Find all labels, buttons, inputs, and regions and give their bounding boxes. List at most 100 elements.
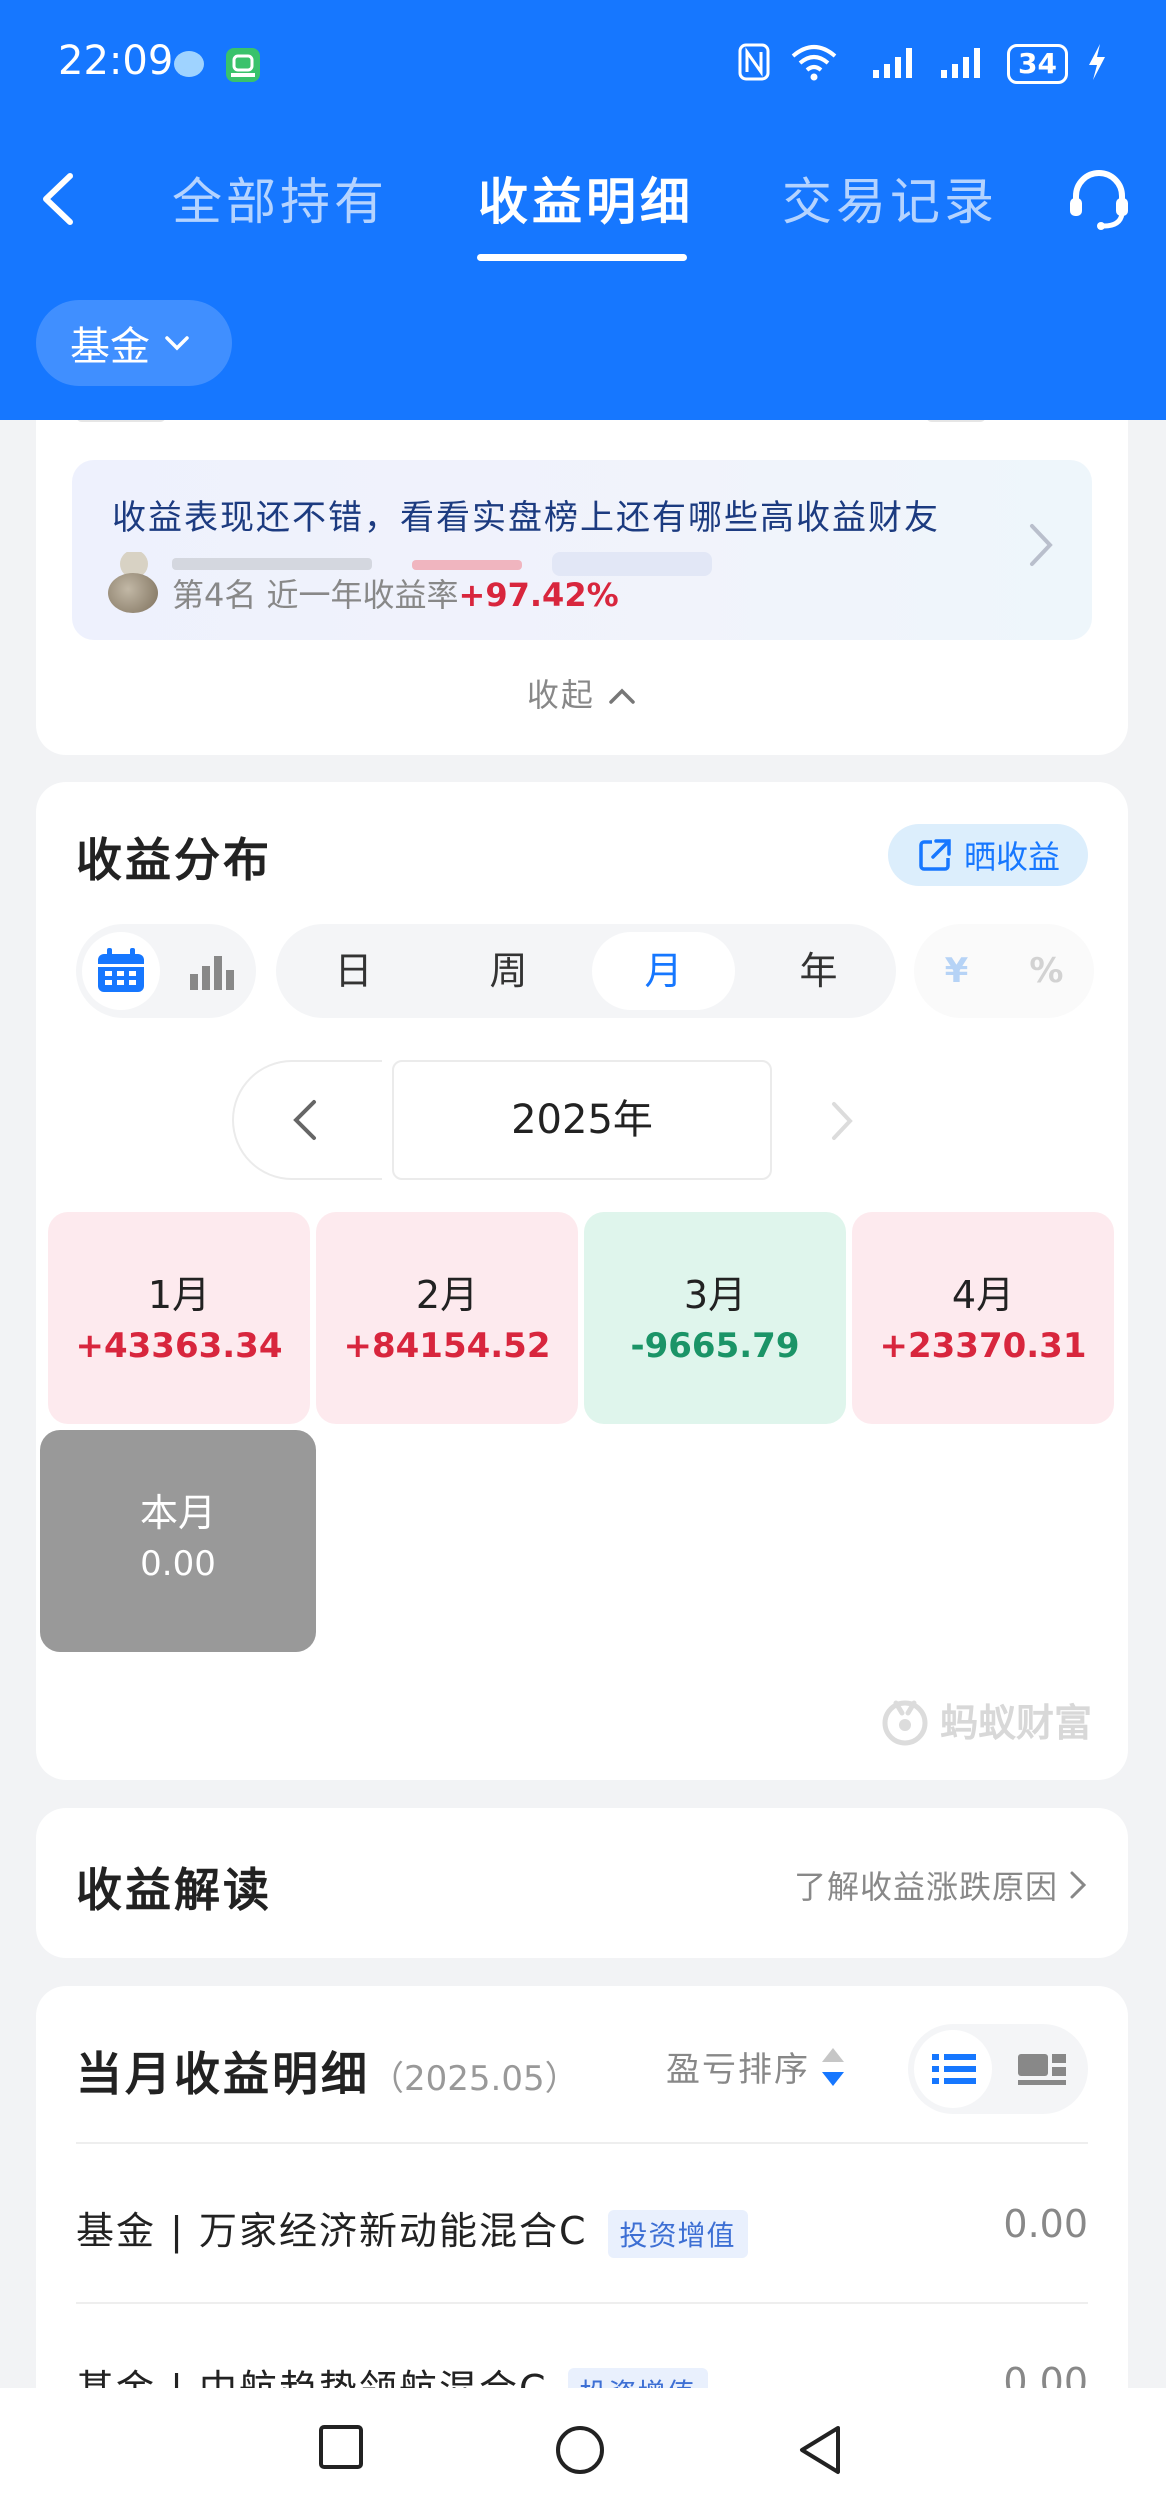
top-nav: 全部持有 收益明细 交易记录 — [0, 140, 1166, 261]
month-value: +43363.34 — [75, 1326, 283, 1366]
leaderboard-banner[interactable]: 收益表现还不错，看看实盘榜上还有哪些高收益财友 第4名 近一年收益率+97.42… — [72, 460, 1092, 640]
avatar — [108, 573, 158, 613]
chevron-up-icon — [609, 688, 635, 704]
wifi-icon — [789, 42, 839, 86]
month-name: 1月 — [147, 1273, 211, 1317]
period-year[interactable]: 年 — [747, 932, 890, 1010]
month-value: -9665.79 — [630, 1326, 800, 1366]
month-tile[interactable]: 4月 +23370.31 — [852, 1212, 1114, 1424]
message-app-icon — [172, 48, 206, 82]
month-name: 3月 — [683, 1273, 747, 1317]
rank-rate: +97.42% — [458, 576, 619, 614]
sort-label: 盈亏排序 — [666, 2050, 810, 2090]
calendar-icon[interactable] — [96, 948, 146, 994]
status-time: 22:09 — [58, 38, 174, 84]
ant-logo-icon — [882, 1700, 928, 1745]
month-value: 0.00 — [140, 1544, 216, 1584]
bar-chart-icon[interactable] — [188, 954, 234, 990]
nfc-icon — [737, 42, 771, 86]
fund-name-wrapper: 基金 | 万家经济新动能混合C 投资增值 — [76, 2200, 748, 2258]
monthly-detail-card: 当月收益明细（2025.05） 盈亏排序 基金 | 万家经济新动能混合C 投资增值… — [36, 1986, 1128, 2406]
sort-by-pnl-button[interactable]: 盈亏排序 — [666, 2042, 846, 2091]
watermark: 蚂蚁财富 — [878, 1692, 1092, 1747]
fund-name: 基金 | 万家经济新动能混合C — [76, 2209, 588, 2253]
month-name: 2月 — [415, 1273, 479, 1317]
headset-icon — [1070, 170, 1128, 230]
status-bar: 22:09 34 — [0, 0, 1166, 130]
distribution-title: 收益分布 — [76, 833, 272, 887]
signal-icon — [857, 42, 921, 86]
rank-info: 第4名 近一年收益率+97.42% — [108, 570, 619, 616]
year-label: 2025年 — [392, 1060, 772, 1180]
tab-transactions[interactable]: 交易记录 — [782, 162, 998, 234]
period-selector: 日 周 月 年 — [276, 924, 896, 1018]
status-right-icons: 34 — [737, 42, 1108, 86]
chevron-right-icon — [1030, 524, 1053, 566]
divider — [76, 2302, 1088, 2304]
month-tile[interactable]: 1月 +43363.34 — [48, 1212, 310, 1424]
previous-year-button[interactable] — [232, 1060, 382, 1180]
insight-title: 收益解读 — [76, 1863, 272, 1917]
active-tab-indicator — [477, 254, 687, 261]
share-earnings-button[interactable]: 晒收益 — [888, 824, 1088, 886]
divider — [76, 2142, 1088, 2144]
rank-text: 第4名 近一年收益率 — [172, 576, 459, 614]
tab-earnings-detail[interactable]: 收益明细 — [478, 162, 694, 234]
next-year-button[interactable] — [826, 1098, 856, 1144]
detail-title-text: 当月收益明细 — [76, 2047, 370, 2101]
filter-label: 基金 — [70, 324, 150, 370]
fund-row[interactable]: 基金 | 万家经济新动能混合C 投资增值 0.00 — [76, 2172, 1088, 2272]
month-name: 4月 — [951, 1273, 1015, 1317]
insight-link-label: 了解收益涨跌原因 — [793, 1868, 1058, 1906]
month-value: +84154.52 — [343, 1326, 551, 1366]
period-week[interactable]: 周 — [437, 932, 580, 1010]
view-toggle — [76, 924, 256, 1018]
unit-selector: ¥ % — [914, 924, 1094, 1018]
back-arrow-icon — [43, 173, 73, 225]
card-layout-icon[interactable] — [1018, 2052, 1066, 2086]
unit-percent[interactable]: % — [1029, 951, 1063, 991]
battery-indicator: 34 — [1007, 44, 1068, 84]
chevron-right-icon — [1070, 1871, 1087, 1899]
insight-link[interactable]: 了解收益涨跌原因 — [794, 1862, 1088, 1908]
unit-amount[interactable]: ¥ — [945, 951, 969, 991]
system-navigation-bar — [0, 2388, 1166, 2517]
detail-title: 当月收益明细（2025.05） — [76, 2038, 579, 2104]
chevron-down-icon — [165, 336, 189, 351]
detail-period: （2025.05） — [370, 2059, 579, 2099]
list-icon[interactable] — [932, 2052, 976, 2086]
period-day[interactable]: 日 — [282, 932, 425, 1010]
app-header: 22:09 34 全部持有 收益明细 交易记录 基金 — [0, 0, 1166, 420]
period-month[interactable]: 月 — [592, 932, 735, 1010]
fund-value: 0.00 — [1003, 2202, 1088, 2246]
month-value: +23370.31 — [879, 1326, 1087, 1366]
collapse-button[interactable]: 收起 — [36, 670, 1128, 716]
signal-icon — [939, 42, 989, 86]
month-tile[interactable]: 3月 -9665.79 — [584, 1212, 846, 1424]
fund-tag: 投资增值 — [607, 2209, 748, 2258]
year-navigator: 2025年 — [36, 1060, 1128, 1180]
watermark-text: 蚂蚁财富 — [939, 1701, 1092, 1745]
earnings-distribution-card: 收益分布 晒收益 日 周 月 年 ¥ % 2025年 1月 +43363.34 … — [36, 782, 1128, 1780]
charging-icon — [1086, 42, 1108, 86]
share-icon — [919, 839, 951, 871]
current-month-tile[interactable]: 本月 0.00 — [40, 1430, 316, 1652]
system-back-button[interactable] — [796, 2424, 846, 2476]
green-app-icon — [226, 48, 260, 82]
ranking-card: 收益表现还不错，看看实盘榜上还有哪些高收益财友 第4名 近一年收益率+97.42… — [36, 380, 1128, 755]
asset-type-filter[interactable]: 基金 — [36, 300, 232, 386]
layout-toggle — [908, 2024, 1088, 2114]
sort-icon — [822, 2047, 844, 2086]
share-label: 晒收益 — [963, 838, 1060, 876]
month-tile[interactable]: 2月 +84154.52 — [316, 1212, 578, 1424]
tab-holdings[interactable]: 全部持有 — [172, 162, 388, 234]
earnings-insight-card[interactable]: 收益解读 了解收益涨跌原因 — [36, 1808, 1128, 1958]
home-button[interactable] — [554, 2424, 606, 2476]
banner-title: 收益表现还不错，看看实盘榜上还有哪些高收益财友 — [112, 498, 940, 538]
chevron-left-icon — [293, 1100, 316, 1140]
collapse-label: 收起 — [526, 676, 595, 714]
back-button[interactable] — [34, 164, 84, 234]
customer-service-button[interactable] — [1064, 164, 1134, 234]
recent-apps-button[interactable] — [318, 2424, 364, 2470]
month-name: 本月 — [139, 1491, 216, 1535]
